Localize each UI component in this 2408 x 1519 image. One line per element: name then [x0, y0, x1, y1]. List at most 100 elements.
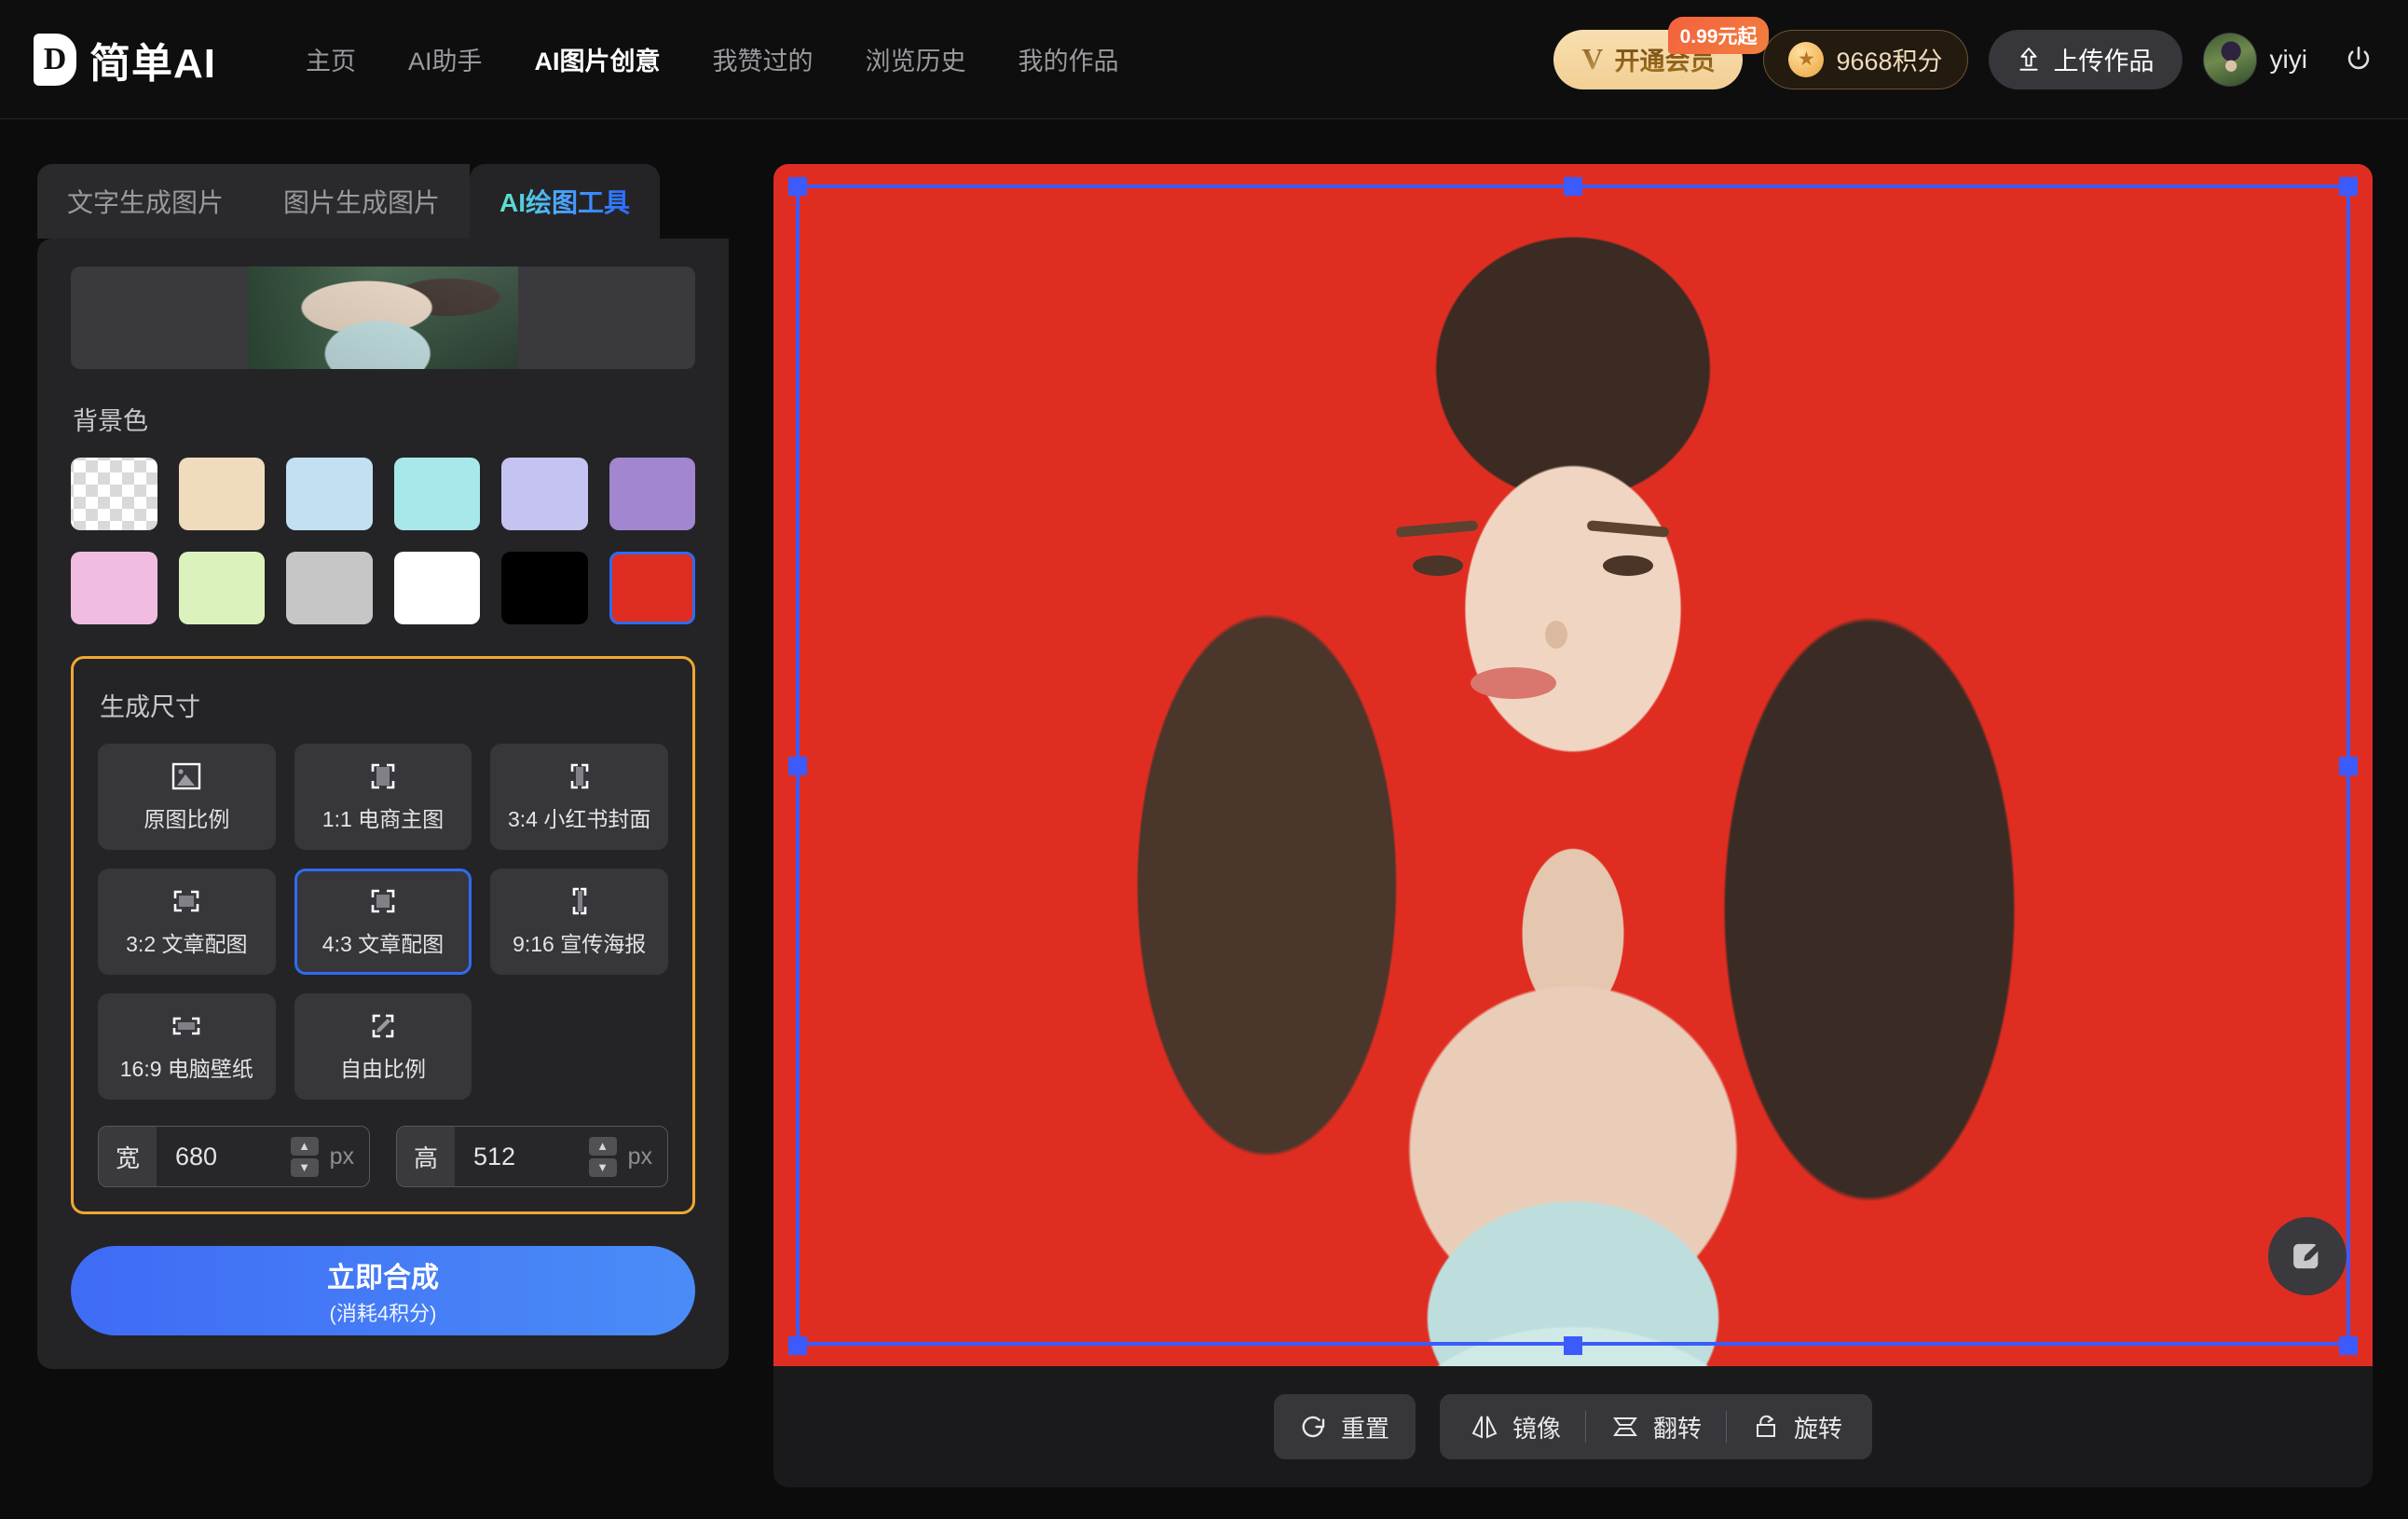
tab-image-to-image[interactable]: 图片生成图片	[253, 164, 471, 239]
width-label: 宽	[99, 1127, 157, 1186]
swatch-transparent[interactable]	[71, 458, 157, 530]
tab-text-to-image[interactable]: 文字生成图片	[37, 164, 254, 239]
resize-handle-middle-left[interactable]	[788, 757, 807, 775]
power-icon[interactable]	[2343, 44, 2374, 75]
size-option-9-16-poster[interactable]: 9:16 宣传海报	[490, 869, 668, 975]
size-options-grid: 原图比例 1:1 电商主图 3:4 小红书封面 3:2 文章配图 4:3 文章配…	[98, 744, 668, 1100]
tab-ai-drawing-tools[interactable]: AI绘图工具	[470, 164, 661, 239]
nav-item-ai-image-creative[interactable]: AI图片创意	[509, 32, 687, 87]
open-membership-button[interactable]: V 开通会员 0.99元起	[1553, 16, 1770, 89]
height-field[interactable]: 高 512 ▲ ▼ px	[396, 1126, 668, 1187]
nav-item-history[interactable]: 浏览历史	[840, 32, 992, 87]
canvas-toolbar: 重置 镜像 翻转 旋转	[773, 1366, 2373, 1487]
swatch-periwinkle[interactable]	[501, 458, 588, 530]
nav-item-liked[interactable]: 我赞过的	[687, 32, 840, 87]
resize-handle-bottom-left[interactable]	[788, 1336, 807, 1355]
swatch-red[interactable]	[609, 552, 695, 624]
rotate-icon	[1751, 1413, 1781, 1441]
reset-button[interactable]: 重置	[1273, 1394, 1416, 1459]
nav-item-my-works[interactable]: 我的作品	[992, 32, 1145, 87]
vip-crown-icon: V	[1581, 42, 1604, 75]
height-unit: px	[627, 1143, 652, 1170]
crop-landscape-icon	[171, 885, 202, 917]
canvas-area[interactable]: 重置 镜像 翻转 旋转	[773, 164, 2373, 1487]
swatch-black[interactable]	[501, 552, 588, 624]
edit-image-button[interactable]	[2268, 1217, 2346, 1295]
nav-item-home[interactable]: 主页	[280, 32, 382, 87]
rotate-button[interactable]: 旋转	[1727, 1410, 1867, 1444]
sidebar-tabbar: 文字生成图片 图片生成图片 AI绘图工具	[37, 164, 729, 239]
mirror-button[interactable]: 镜像	[1445, 1410, 1585, 1444]
points-label: 9668积分	[1836, 48, 1943, 75]
resize-handle-bottom-right[interactable]	[2339, 1336, 2358, 1355]
height-stepper[interactable]: ▲ ▼	[588, 1136, 617, 1177]
workspace: 文字生成图片 图片生成图片 AI绘图工具 背景色 生成尺寸 原图比例 1:1 电…	[0, 119, 2408, 1519]
rotate-label: 旋转	[1794, 1414, 1843, 1443]
resize-handle-top-left[interactable]	[788, 177, 807, 196]
points-button[interactable]: ★ 9668积分	[1763, 29, 1968, 89]
reset-label: 重置	[1340, 1414, 1389, 1443]
size-option-16-9-wallpaper[interactable]: 16:9 电脑壁纸	[98, 993, 276, 1100]
size-option-free-ratio[interactable]: 自由比例	[294, 993, 472, 1100]
crop-tall-icon	[564, 885, 595, 917]
width-field[interactable]: 宽 680 ▲ ▼ px	[98, 1126, 370, 1187]
lips	[1471, 667, 1556, 699]
upload-work-label: 上传作品	[2053, 48, 2155, 75]
mirror-horizontal-icon	[1470, 1413, 1499, 1441]
swatch-cyan[interactable]	[393, 458, 480, 530]
tab-image-to-image-label: 图片生成图片	[283, 188, 441, 217]
size-option-3-4-xiaohongshu[interactable]: 3:4 小红书封面	[490, 744, 668, 850]
height-decrement-icon[interactable]: ▼	[588, 1157, 617, 1177]
canvas-image[interactable]	[773, 164, 2373, 1366]
height-label: 高	[397, 1127, 456, 1186]
swatch-purple[interactable]	[609, 458, 695, 530]
swatch-light-green[interactable]	[178, 552, 265, 624]
size-option-4-3-article[interactable]: 4:3 文章配图	[294, 869, 472, 975]
flip-button[interactable]: 翻转	[1586, 1410, 1726, 1444]
brand-logo[interactable]: D 简单AI	[34, 30, 216, 89]
width-stepper[interactable]: ▲ ▼	[290, 1136, 319, 1177]
swatch-pink[interactable]	[71, 552, 157, 624]
background-color-swatches	[71, 458, 695, 624]
swatch-white[interactable]	[393, 552, 480, 624]
height-increment-icon[interactable]: ▲	[588, 1136, 617, 1156]
generate-button[interactable]: 立即合成 (消耗4积分)	[71, 1246, 695, 1335]
resize-handle-bottom-center[interactable]	[1564, 1336, 1582, 1355]
source-image-preview[interactable]	[71, 267, 695, 369]
size-option-1-1-ecommerce-label: 1:1 电商主图	[322, 807, 445, 831]
width-increment-icon[interactable]: ▲	[290, 1136, 319, 1156]
crop-landscape-icon	[367, 885, 399, 917]
resize-handle-top-right[interactable]	[2339, 177, 2358, 196]
star-coin-icon: ★	[1788, 41, 1825, 77]
swatch-gray[interactable]	[286, 552, 373, 624]
height-value[interactable]: 512	[455, 1143, 589, 1171]
crop-wide-icon	[171, 1010, 202, 1042]
sidebar-panel: 背景色 生成尺寸 原图比例 1:1 电商主图 3:4 小红书封面 3:2 文章配…	[37, 239, 729, 1369]
nav-item-ai-assistant[interactable]: AI助手	[382, 32, 509, 87]
user-menu[interactable]: yiyi	[2202, 32, 2307, 87]
eyebrow-left	[1395, 520, 1479, 538]
brand-title: 简单AI	[89, 40, 216, 87]
subject-portrait	[1079, 164, 2067, 1366]
username: yiyi	[2269, 44, 2307, 74]
resize-handle-middle-right[interactable]	[2339, 757, 2358, 775]
size-option-1-1-ecommerce[interactable]: 1:1 电商主图	[294, 744, 472, 850]
size-option-3-4-xiaohongshu-label: 3:4 小红书封面	[507, 807, 651, 831]
upload-work-button[interactable]: 上传作品	[1988, 29, 2182, 89]
nose	[1545, 621, 1567, 649]
size-option-original-ratio[interactable]: 原图比例	[98, 744, 276, 850]
size-option-original-ratio-label: 原图比例	[144, 807, 230, 831]
upload-icon	[2017, 47, 2041, 73]
swatch-light-blue[interactable]	[286, 458, 373, 530]
tab-ai-drawing-tools-label: AI绘图工具	[499, 188, 631, 217]
width-decrement-icon[interactable]: ▼	[290, 1157, 319, 1177]
size-option-4-3-article-label: 4:3 文章配图	[322, 932, 445, 956]
size-option-3-2-article[interactable]: 3:2 文章配图	[98, 869, 276, 975]
edit-pencil-icon	[2288, 1237, 2327, 1276]
generate-button-label: 立即合成	[327, 1263, 439, 1293]
width-value[interactable]: 680	[157, 1143, 291, 1171]
resize-handle-top-center[interactable]	[1564, 177, 1582, 196]
brand-mark-icon: D	[34, 33, 76, 86]
swatch-beige[interactable]	[178, 458, 265, 530]
generate-button-cost: (消耗4积分)	[329, 1302, 437, 1325]
